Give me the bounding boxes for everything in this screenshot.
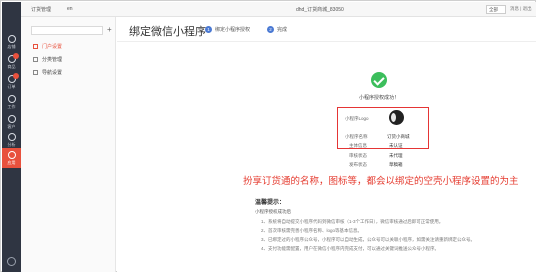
rail-label: 客户 [7, 124, 16, 129]
app-title: 订货管理 [31, 7, 52, 13]
work-icon [7, 95, 16, 103]
step-number: 1 [205, 26, 212, 33]
main-rail: 店铺 商品 订单 工作 客户 分析 应用 [2, 2, 21, 272]
note-item: 1、系统将自动提交小程序代码到微信审核（1-3个工作日），微信审核通过后即可正常… [261, 219, 444, 224]
step-number: 2 [267, 26, 274, 33]
folder-icon [33, 44, 38, 49]
app-icon [7, 151, 16, 159]
subject-label: 主体信息 [349, 143, 367, 148]
user-menu[interactable]: 全部 [486, 5, 506, 14]
gear-icon[interactable] [7, 257, 16, 266]
folder-icon [33, 57, 38, 62]
tab-selector[interactable]: en [67, 6, 73, 12]
subnav-label: 门户设置 [42, 44, 63, 50]
note-item: 2、首次审核需完善小程序名称、logo等基本信息。 [261, 228, 363, 233]
note-item: 4、支付功能需配置，用户在微信小程序内完成支付，可以通过关键词推送公众号小程序。 [261, 246, 439, 251]
top-bar: 订货管理 en dhd_订货商城_83050 全部 消息 | 退出 [21, 2, 536, 17]
rail-item-goods[interactable]: 商品 [2, 52, 21, 72]
rail-item-customers[interactable]: 客户 [2, 112, 21, 132]
name-value: 订货小商城 [387, 134, 410, 139]
success-message: 小程序授权成功！ [358, 95, 399, 101]
review-label: 审核状态 [349, 153, 367, 158]
add-icon[interactable]: + [107, 25, 112, 35]
miniprogram-logo [389, 110, 404, 125]
chart-icon [7, 133, 16, 141]
step-done: 2 完成 [267, 26, 287, 33]
main-content: 绑定微信小程序 1 绑定小程序授权 2 完成 小程序授权成功！ 小程序Logo 小程… [117, 17, 536, 272]
chat-icon [7, 35, 16, 43]
page-title: 绑定微信小程序 [129, 26, 206, 38]
logo-label: 小程序Logo [345, 116, 369, 121]
note-item: 3、已绑定过的小程序公众号，小程序可以自动生成，公众号可以关联小程序，如需关注请… [261, 237, 475, 242]
step-label: 完成 [277, 27, 288, 33]
rail-label: 商品 [7, 64, 16, 69]
step-authorize: 1 绑定小程序授权 [205, 26, 250, 33]
review-value: 未代理 [389, 153, 403, 158]
rail-item-store[interactable]: 店铺 [2, 32, 21, 52]
store-name: dhd_订货商城_83050 [296, 7, 344, 13]
subnav-item-category[interactable]: 分类管理 [33, 54, 113, 66]
app-window: 店铺 商品 订单 工作 客户 分析 应用 订货管理 en dhd_订货商城_83… [0, 0, 536, 272]
subnav-item-portal[interactable]: 门户设置 [33, 41, 113, 53]
annotation-note: 扮享订货通的名称，图标等，都会以绑定的空壳小程序设置的为主 [243, 176, 519, 187]
name-label: 小程序名称 [345, 134, 368, 139]
secondary-nav: + 门户设置 分类管理 导航设置 [21, 17, 116, 272]
notes-title: 温馨提示： [255, 200, 286, 206]
notes-subtitle: 小程序授权成功后 [255, 209, 291, 214]
badge [13, 73, 19, 79]
rail-label: 店铺 [7, 44, 16, 49]
subnav-label: 分类管理 [42, 57, 63, 63]
rail-item-analysis[interactable]: 分析 [2, 130, 21, 150]
rail-label: 分析 [7, 142, 16, 147]
rail-item-orders[interactable]: 订单 [2, 72, 21, 92]
rail-label: 订单 [7, 84, 16, 89]
rail-item-work[interactable]: 工作 [2, 92, 21, 112]
subject-value: 未认证 [389, 143, 403, 148]
rail-label: 应用 [7, 160, 16, 165]
badge [13, 53, 19, 59]
check-circle-icon [371, 72, 387, 88]
step-label: 绑定小程序授权 [215, 27, 251, 33]
subnav-label: 导航设置 [42, 70, 63, 76]
rail-label: 工作 [7, 104, 16, 109]
subnav-item-navigation[interactable]: 导航设置 [33, 67, 113, 79]
rail-item-apps[interactable]: 应用 [2, 148, 21, 168]
customer-icon [7, 115, 16, 123]
search-input[interactable] [31, 26, 103, 35]
folder-icon [33, 70, 38, 75]
publish-label: 发布状态 [349, 162, 367, 167]
divider [117, 41, 536, 42]
header-links[interactable]: 消息 | 退出 [510, 6, 532, 12]
publish-value: 草稿箱 [389, 162, 403, 167]
